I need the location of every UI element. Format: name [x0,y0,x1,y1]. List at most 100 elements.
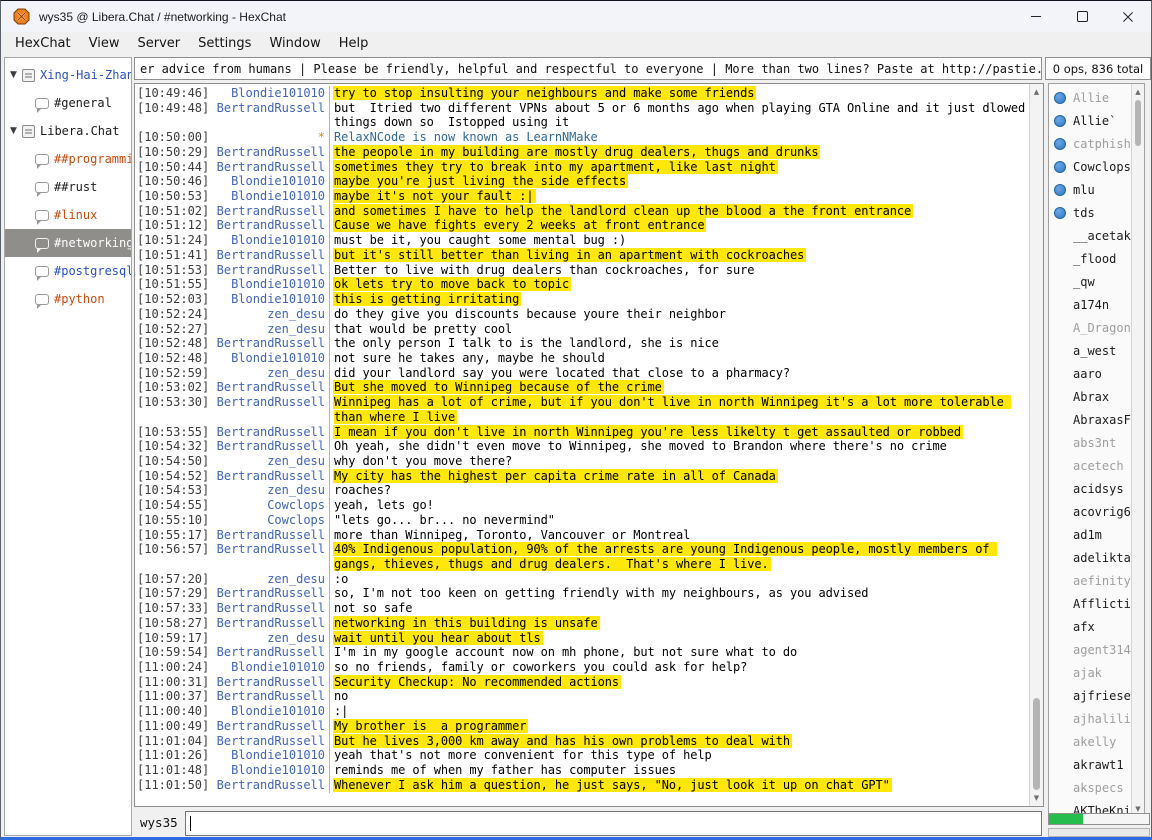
user-list-item[interactable]: ad1m [1049,523,1132,546]
message-nick[interactable]: Blondie101010 [205,748,329,763]
message-nick[interactable]: BertrandRussell [205,380,329,395]
user-list-item[interactable]: __acetak [1049,224,1132,247]
message-nick[interactable]: Blondie101010 [205,189,329,204]
user-list-item[interactable]: Cowclops [1049,155,1132,178]
message-nick[interactable]: Blondie101010 [205,763,329,778]
message-nick[interactable]: zen_desu [205,322,329,337]
channel-tree-row[interactable]: ##programming [5,145,131,173]
user-list-item[interactable]: akelly [1049,730,1132,753]
message-nick[interactable]: BertrandRussell [205,719,329,734]
arrow-up-icon[interactable] [1030,87,1043,97]
user-list-item[interactable]: abs3nt [1049,431,1132,454]
message-nick[interactable]: Blondie101010 [205,233,329,248]
user-list-item[interactable]: akrawt1 [1049,753,1132,776]
message-nick[interactable]: Blondie101010 [205,86,329,101]
message-nick[interactable]: BertrandRussell [205,145,329,160]
menu-item[interactable]: Help [330,34,378,53]
channel-tree-row[interactable]: #linux [5,201,131,229]
message-nick[interactable]: BertrandRussell [205,542,329,571]
title-bar[interactable]: wys35 @ Libera.Chat / #networking - HexC… [1,1,1151,32]
menu-item[interactable]: View [80,34,129,53]
message-nick[interactable]: BertrandRussell [205,675,329,690]
message-nick[interactable]: Blondie101010 [205,277,329,292]
user-list-item[interactable]: _qw [1049,270,1132,293]
menu-item[interactable]: Window [260,34,329,53]
menu-item[interactable]: Server [128,34,189,53]
channel-tree-row[interactable]: #postgresql [5,257,131,285]
message-nick[interactable]: BertrandRussell [205,734,329,749]
message-nick[interactable]: BertrandRussell [205,425,329,440]
channel-tree-row[interactable]: #networking [5,229,131,257]
message-nick[interactable]: BertrandRussell [205,204,329,219]
topic-bar[interactable]: er advice from humans | Please be friend… [134,57,1042,80]
user-list-item[interactable]: Abrax [1049,385,1132,408]
userlist-scrollbar[interactable] [1131,84,1144,817]
chevron-down-icon[interactable] [10,70,22,80]
user-list-item[interactable]: agent314 [1049,638,1132,661]
message-nick[interactable]: BertrandRussell [205,336,329,351]
message-nick[interactable]: Blondie101010 [205,660,329,675]
message-nick[interactable]: BertrandRussell [205,601,329,616]
arrow-up-icon[interactable] [1132,87,1144,97]
channel-tree-row[interactable]: ##rust [5,173,131,201]
message-nick[interactable]: BertrandRussell [205,160,329,175]
message-nick[interactable]: BertrandRussell [205,248,329,263]
user-list-item[interactable]: mlu [1049,178,1132,201]
menu-item[interactable]: HexChat [6,34,80,53]
close-button[interactable] [1105,1,1151,32]
user-list-item[interactable]: Allie` [1049,109,1132,132]
channel-tree-row[interactable]: Libera.Chat [5,117,131,145]
user-list-item[interactable]: catphish [1049,132,1132,155]
user-list-item[interactable]: a174n [1049,293,1132,316]
user-list-item[interactable]: acidsys [1049,477,1132,500]
message-nick[interactable]: BertrandRussell [205,689,329,704]
message-nick[interactable]: BertrandRussell [205,101,329,130]
message-nick[interactable]: zen_desu [205,483,329,498]
chat-scrollbar-thumb[interactable] [1033,698,1040,790]
own-nick-label[interactable]: wys35 [140,815,178,830]
message-nick[interactable]: BertrandRussell [205,263,329,278]
maximize-button[interactable] [1059,1,1105,32]
user-list-item[interactable]: akspecs [1049,776,1132,799]
message-nick[interactable]: Cowclops [205,513,329,528]
message-nick[interactable]: Blondie101010 [205,704,329,719]
user-list-item[interactable]: acovrig6 [1049,500,1132,523]
user-list-item[interactable]: ajfriese [1049,684,1132,707]
user-list-item[interactable]: Afflicti [1049,592,1132,615]
channel-tree-row[interactable]: #python [5,285,131,313]
message-nick[interactable]: * [205,130,329,145]
channel-tree-row[interactable]: Xing-Hai-Zhan [5,61,131,89]
user-list-item[interactable]: ajak [1049,661,1132,684]
message-nick[interactable]: zen_desu [205,631,329,646]
message-nick[interactable]: BertrandRussell [205,528,329,543]
user-list-item[interactable]: a_west [1049,339,1132,362]
arrow-down-icon[interactable] [1030,793,1043,803]
user-list-item[interactable]: afx [1049,615,1132,638]
user-list-item[interactable]: _flood [1049,247,1132,270]
message-nick[interactable]: zen_desu [205,307,329,322]
message-nick[interactable]: Blondie101010 [205,351,329,366]
message-nick[interactable]: BertrandRussell [205,645,329,660]
message-nick[interactable]: BertrandRussell [205,586,329,601]
message-nick[interactable]: BertrandRussell [205,395,329,424]
user-list-item[interactable]: aaro [1049,362,1132,385]
chat-scrollbar[interactable] [1029,84,1043,806]
menu-item[interactable]: Settings [189,34,260,53]
message-nick[interactable]: Blondie101010 [205,292,329,307]
message-nick[interactable]: zen_desu [205,454,329,469]
message-nick[interactable]: Blondie101010 [205,174,329,189]
message-input[interactable] [185,811,1042,836]
message-nick[interactable]: BertrandRussell [205,218,329,233]
minimize-button[interactable] [1013,1,1059,32]
message-nick[interactable]: zen_desu [205,572,329,587]
message-nick[interactable]: BertrandRussell [205,439,329,454]
message-nick[interactable]: zen_desu [205,366,329,381]
chevron-down-icon[interactable] [10,126,22,136]
user-list-item[interactable]: ajhalili [1049,707,1132,730]
message-nick[interactable]: BertrandRussell [205,616,329,631]
user-list-item[interactable]: tds [1049,201,1132,224]
user-list-item[interactable]: acetech [1049,454,1132,477]
user-list-item[interactable]: adelikta [1049,546,1132,569]
user-list-item[interactable]: AbraxasF [1049,408,1132,431]
user-list-item[interactable]: Allie [1049,86,1132,109]
